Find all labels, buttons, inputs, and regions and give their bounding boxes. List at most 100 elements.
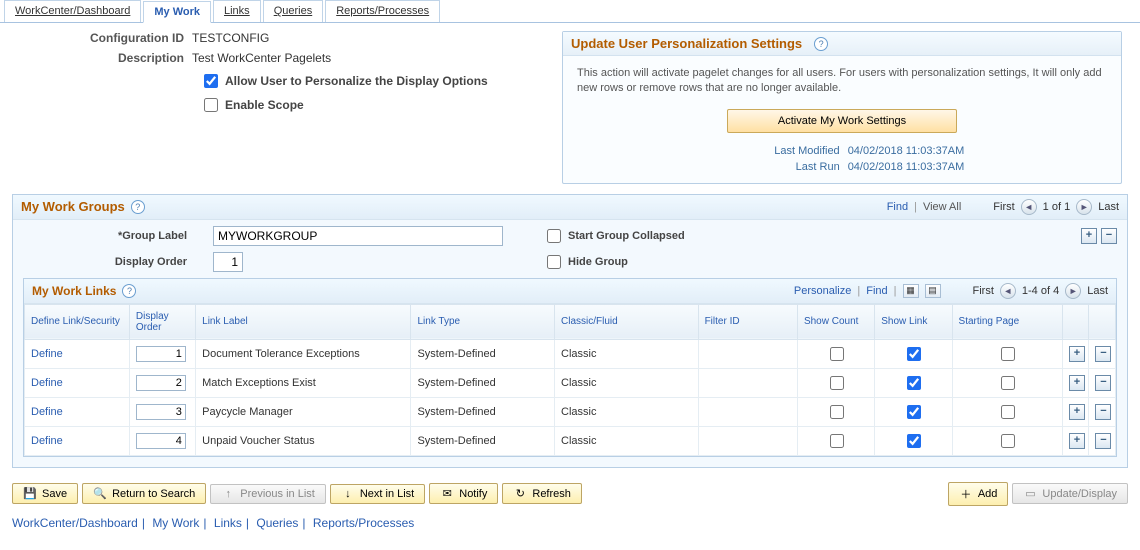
- show-count-checkbox[interactable]: [830, 347, 844, 361]
- display-order-input[interactable]: [136, 433, 186, 449]
- prev-icon[interactable]: ◄: [1021, 199, 1037, 215]
- bottom-nav-links[interactable]: Links: [214, 516, 242, 530]
- update-display-button: ▭Update/Display: [1012, 483, 1128, 504]
- links-table: Define Link/SecurityDisplay OrderLink La…: [24, 304, 1116, 456]
- link-label: Document Tolerance Exceptions: [196, 339, 411, 368]
- bottom-nav-reports[interactable]: Reports/Processes: [313, 516, 414, 530]
- bottom-nav-workcenter[interactable]: WorkCenter/Dashboard: [12, 516, 138, 530]
- activate-button[interactable]: Activate My Work Settings: [727, 109, 957, 133]
- tab-workcenter-dashboard[interactable]: WorkCenter/Dashboard: [4, 0, 141, 22]
- column-header[interactable]: Starting Page: [952, 304, 1062, 339]
- add-row-icon[interactable]: +: [1069, 404, 1085, 420]
- tab-strip: WorkCenter/Dashboard My Work Links Queri…: [0, 0, 1140, 23]
- groups-last: Last: [1098, 201, 1119, 213]
- starting-page-checkbox[interactable]: [1001, 376, 1015, 390]
- filter-id: [698, 368, 797, 397]
- description-label: Description: [12, 51, 192, 65]
- last-run-label: Last Run: [720, 161, 840, 173]
- zoom-icon[interactable]: ▦: [903, 284, 919, 298]
- last-run-value: 04/02/2018 11:03:37AM: [848, 161, 965, 173]
- starting-page-checkbox[interactable]: [1001, 347, 1015, 361]
- add-row-icon[interactable]: +: [1081, 228, 1097, 244]
- links-panel: My Work Links ? Personalize | Find | ▦ ▤…: [23, 278, 1117, 457]
- column-header[interactable]: Link Type: [411, 304, 555, 339]
- link-type: System-Defined: [411, 426, 555, 455]
- starting-page-checkbox[interactable]: [1001, 434, 1015, 448]
- groups-find-link[interactable]: Find: [887, 201, 908, 213]
- next-icon[interactable]: ►: [1065, 283, 1081, 299]
- refresh-button[interactable]: ↻Refresh: [502, 483, 582, 504]
- add-row-icon[interactable]: +: [1069, 346, 1085, 362]
- display-order-input[interactable]: [136, 404, 186, 420]
- show-count-checkbox[interactable]: [830, 405, 844, 419]
- refresh-icon: ↻: [513, 487, 527, 500]
- column-header[interactable]: Link Label: [196, 304, 411, 339]
- column-header[interactable]: Show Count: [797, 304, 874, 339]
- define-link[interactable]: Define: [31, 406, 63, 418]
- tab-queries[interactable]: Queries: [263, 0, 324, 22]
- help-icon[interactable]: ?: [814, 37, 828, 51]
- starting-page-checkbox[interactable]: [1001, 405, 1015, 419]
- display-icon: ▭: [1023, 487, 1037, 500]
- links-find-link[interactable]: Find: [866, 285, 887, 297]
- links-last: Last: [1087, 285, 1108, 297]
- download-icon[interactable]: ▤: [925, 284, 941, 298]
- enable-scope-checkbox[interactable]: [204, 98, 218, 112]
- group-label-input[interactable]: [213, 226, 503, 246]
- column-header[interactable]: Show Link: [875, 304, 952, 339]
- allow-personalize-checkbox[interactable]: [204, 74, 218, 88]
- save-button[interactable]: 💾Save: [12, 483, 78, 504]
- next-icon[interactable]: ►: [1076, 199, 1092, 215]
- add-row-icon[interactable]: +: [1069, 433, 1085, 449]
- show-count-checkbox[interactable]: [830, 434, 844, 448]
- column-header[interactable]: Classic/Fluid: [555, 304, 699, 339]
- tab-links[interactable]: Links: [213, 0, 261, 22]
- display-order-input[interactable]: [136, 346, 186, 362]
- bottom-nav: WorkCenter/Dashboard| My Work| Links| Qu…: [12, 512, 1128, 534]
- groups-panel: My Work Groups ? Find | View All First ◄…: [12, 194, 1128, 468]
- notify-button[interactable]: ✉Notify: [429, 483, 498, 504]
- classic-fluid: Classic: [555, 339, 699, 368]
- help-icon[interactable]: ?: [131, 200, 145, 214]
- display-order-input[interactable]: [213, 252, 243, 272]
- previous-in-list-button: ↑Previous in List: [210, 484, 326, 504]
- define-link[interactable]: Define: [31, 348, 63, 360]
- show-link-checkbox[interactable]: [907, 405, 921, 419]
- prev-icon[interactable]: ◄: [1000, 283, 1016, 299]
- up-arrow-icon: ↑: [221, 488, 235, 500]
- tab-reports-processes[interactable]: Reports/Processes: [325, 0, 440, 22]
- define-link[interactable]: Define: [31, 377, 63, 389]
- delete-row-icon[interactable]: −: [1095, 433, 1111, 449]
- show-count-checkbox[interactable]: [830, 376, 844, 390]
- column-header[interactable]: [1089, 304, 1116, 339]
- hide-group-checkbox[interactable]: [547, 255, 561, 269]
- allow-personalize-label: Allow User to Personalize the Display Op…: [225, 74, 488, 88]
- tab-my-work[interactable]: My Work: [143, 1, 211, 23]
- show-link-checkbox[interactable]: [907, 347, 921, 361]
- group-label-caption: *Group Label: [23, 230, 193, 242]
- groups-title: My Work Groups: [21, 199, 125, 214]
- personalize-link[interactable]: Personalize: [794, 285, 851, 297]
- show-link-checkbox[interactable]: [907, 376, 921, 390]
- return-to-search-button[interactable]: 🔍Return to Search: [82, 483, 206, 504]
- bottom-nav-queries[interactable]: Queries: [256, 516, 298, 530]
- bottom-nav-my-work[interactable]: My Work: [152, 516, 199, 530]
- start-collapsed-checkbox[interactable]: [547, 229, 561, 243]
- filter-id: [698, 426, 797, 455]
- show-link-checkbox[interactable]: [907, 434, 921, 448]
- column-header[interactable]: Filter ID: [698, 304, 797, 339]
- help-icon[interactable]: ?: [122, 284, 136, 298]
- column-header[interactable]: [1062, 304, 1089, 339]
- down-arrow-icon: ↓: [341, 488, 355, 500]
- column-header[interactable]: Display Order: [129, 304, 195, 339]
- add-button[interactable]: ＋Add: [948, 482, 1009, 506]
- delete-row-icon[interactable]: −: [1095, 404, 1111, 420]
- column-header[interactable]: Define Link/Security: [25, 304, 130, 339]
- delete-row-icon[interactable]: −: [1101, 228, 1117, 244]
- define-link[interactable]: Define: [31, 435, 63, 447]
- display-order-input[interactable]: [136, 375, 186, 391]
- delete-row-icon[interactable]: −: [1095, 346, 1111, 362]
- delete-row-icon[interactable]: −: [1095, 375, 1111, 391]
- next-in-list-button[interactable]: ↓Next in List: [330, 484, 425, 504]
- add-row-icon[interactable]: +: [1069, 375, 1085, 391]
